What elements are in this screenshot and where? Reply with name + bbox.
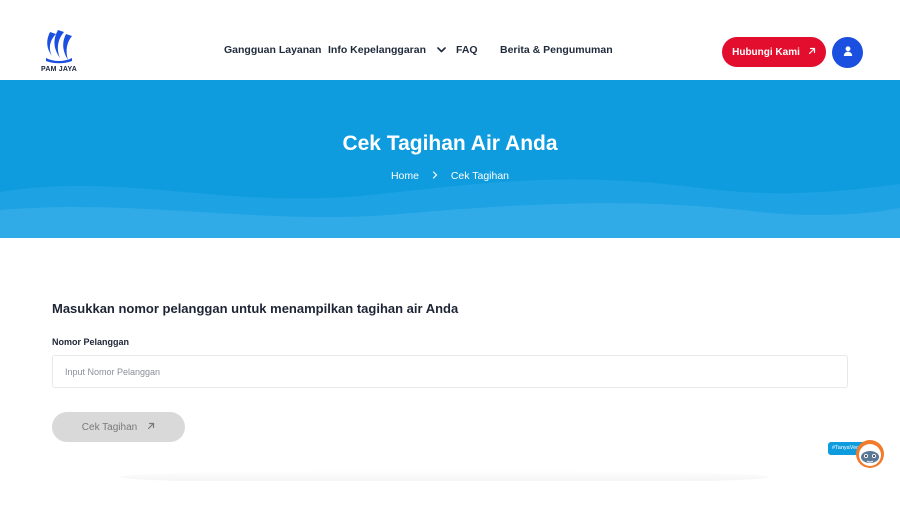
nomor-pelanggan-input[interactable] [52, 355, 848, 388]
nav-item-berita-pengumuman[interactable]: Berita & Pengumuman [500, 44, 613, 56]
nav-item-gangguan-layanan[interactable]: Gangguan Layanan [224, 44, 321, 56]
chevron-right-icon [432, 170, 438, 182]
nav-item-info-kepelanggaran[interactable]: Info Kepelanggaran [328, 44, 446, 56]
cek-tagihan-label: Cek Tagihan [81, 421, 138, 433]
form-heading: Masukkan nomor pelanggan untuk menampilk… [52, 301, 459, 316]
breadcrumb-home[interactable]: Home [391, 170, 419, 182]
chat-widget[interactable]: #TanyaVeryo [828, 438, 886, 472]
arrow-up-right-icon [147, 422, 155, 433]
chevron-down-icon [437, 44, 446, 56]
nav-item-label: Info Kepelanggaran [328, 44, 427, 56]
site-header: PAM JAYA Gangguan Layanan Info Kepelangg… [0, 0, 900, 80]
hubungi-kami-button[interactable]: Hubungi Kami [722, 37, 826, 67]
user-icon [842, 44, 854, 62]
breadcrumb: Home Cek Tagihan [0, 170, 900, 182]
breadcrumb-current: Cek Tagihan [450, 170, 510, 183]
chat-mascot-icon [854, 438, 886, 475]
hero-banner: Cek Tagihan Air Anda Home Cek Tagihan [0, 80, 900, 238]
user-account-button[interactable] [832, 37, 863, 68]
nomor-pelanggan-label: Nomor Pelanggan [52, 337, 130, 347]
arrow-up-right-icon [808, 47, 816, 58]
cek-tagihan-button[interactable]: Cek Tagihan [52, 412, 185, 442]
logo-text: PAM JAYA [41, 66, 77, 73]
page-title: Cek Tagihan Air Anda [342, 132, 558, 155]
nav-item-faq[interactable]: FAQ [456, 44, 478, 56]
hubungi-kami-label: Hubungi Kami [732, 46, 800, 58]
bottom-band [0, 481, 900, 507]
wave-background [0, 179, 900, 238]
